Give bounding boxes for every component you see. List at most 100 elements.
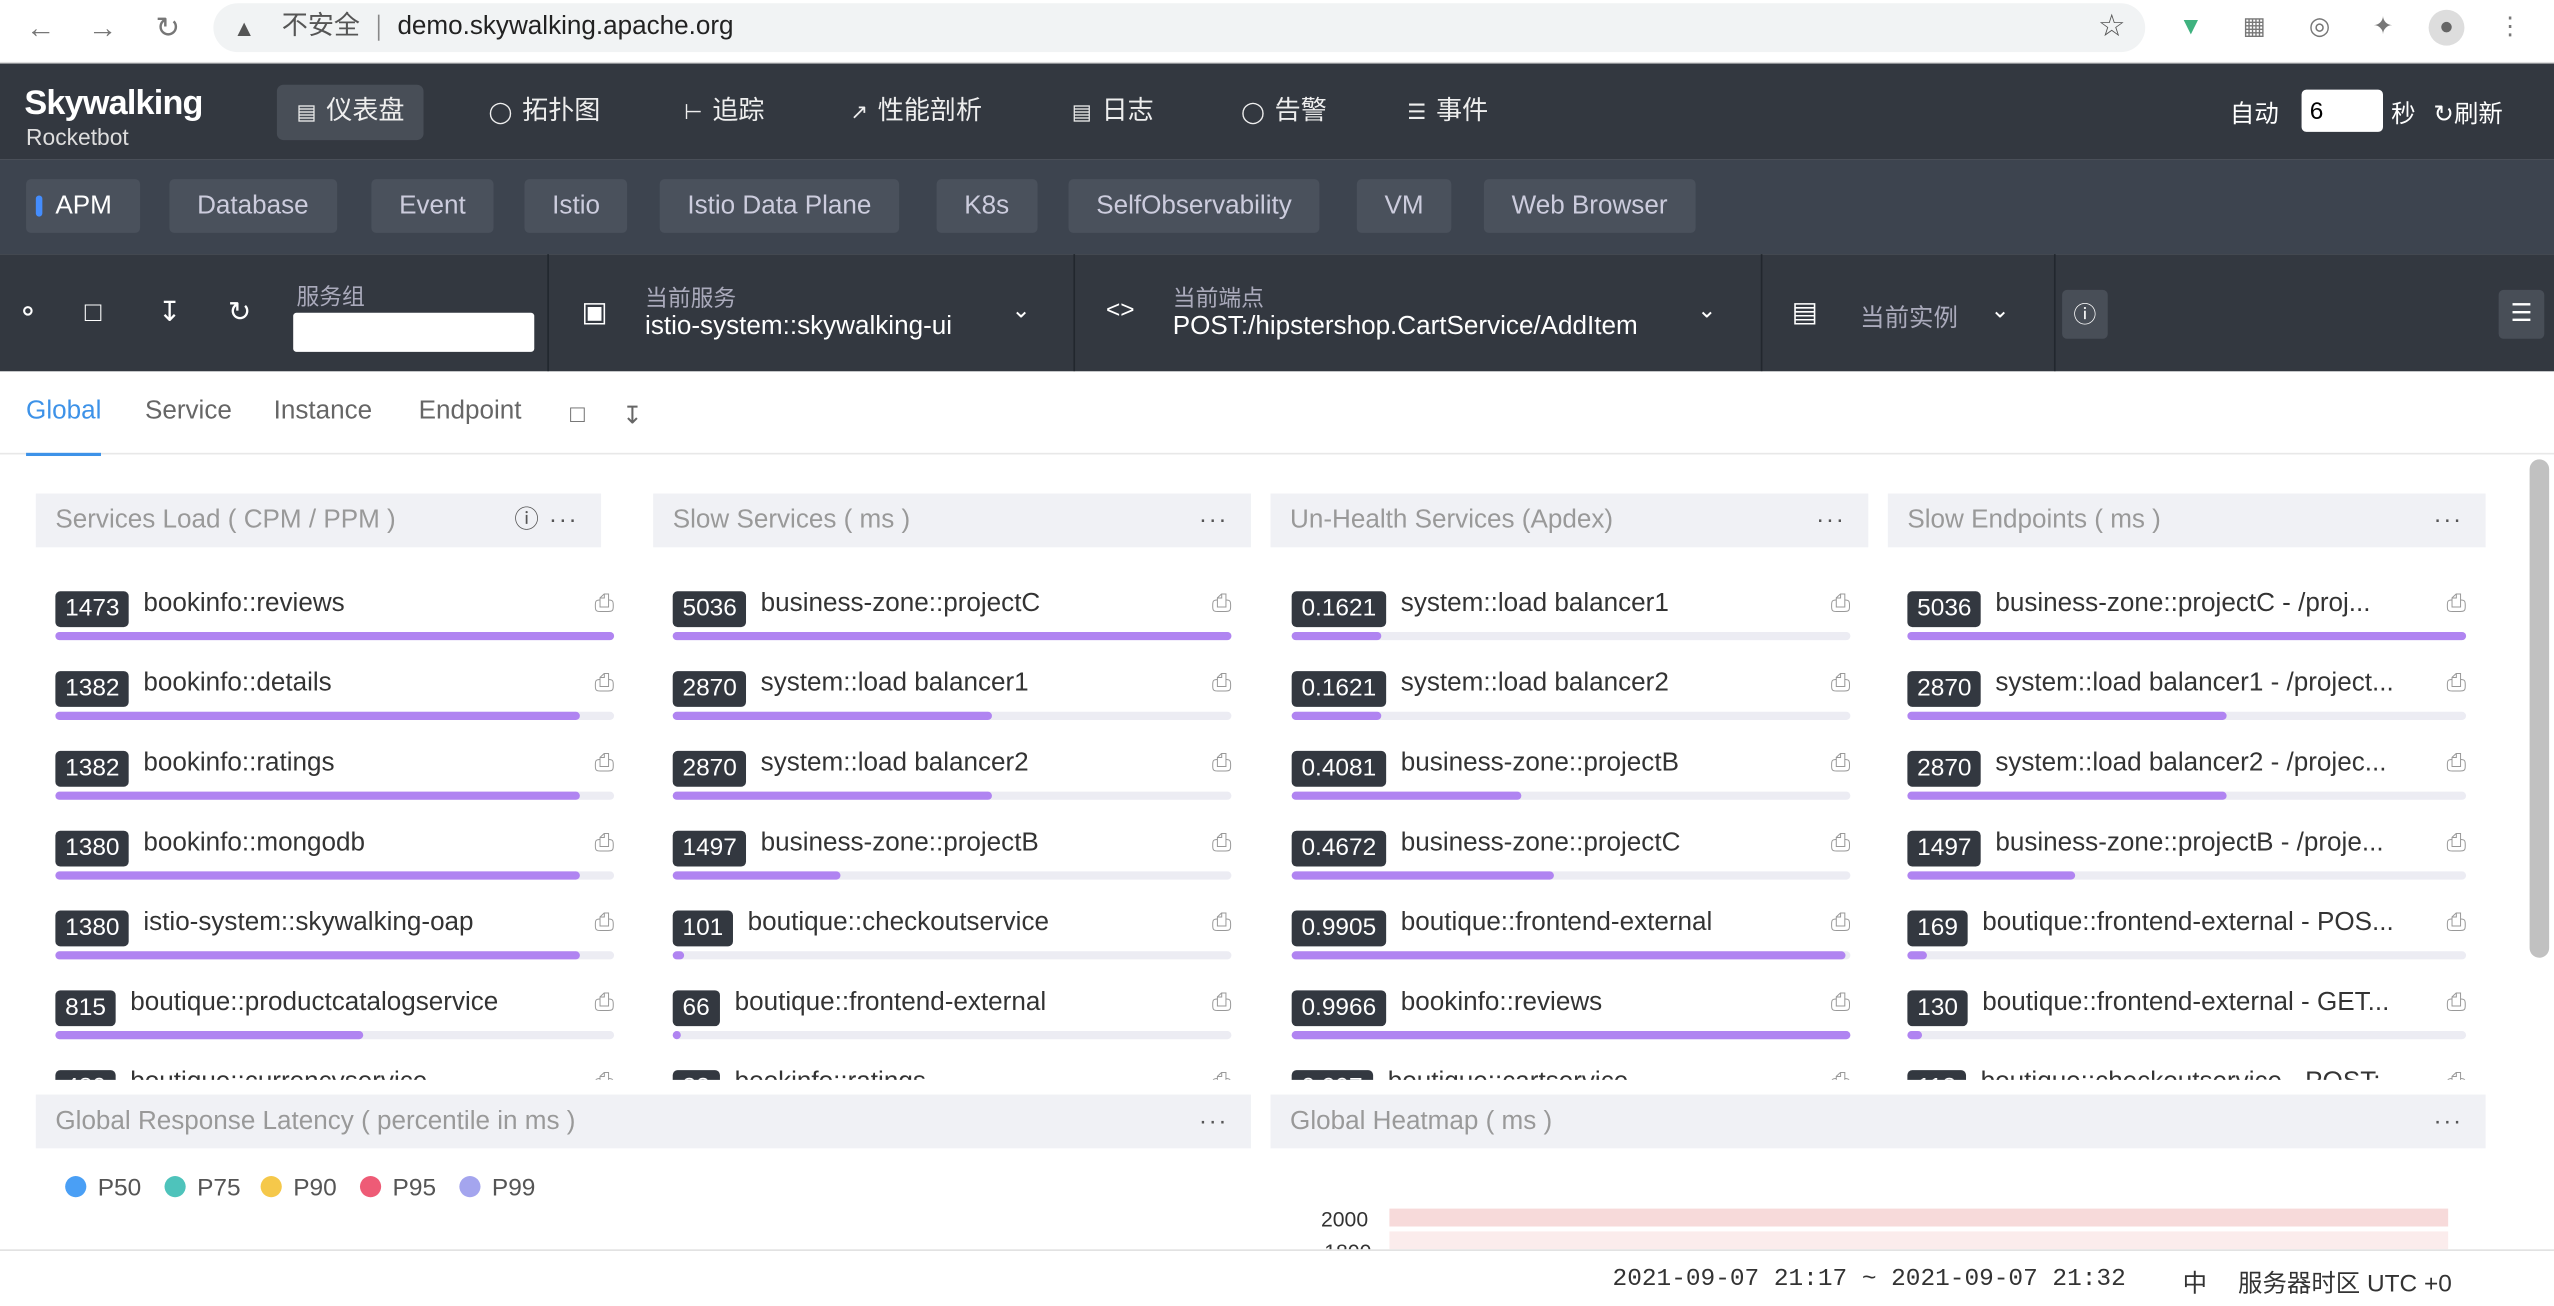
dashboard-tab-apm[interactable]: APM (26, 179, 140, 233)
list-item[interactable]: 5036 business-zone::projectC - /proj... ⎙ (1907, 575, 2467, 655)
copy-icon[interactable]: ⎙ (595, 989, 615, 1017)
copy-icon[interactable]: ⎙ (1831, 909, 1851, 937)
server-timezone[interactable]: 服务器时区 UTC +0 (2238, 1266, 2452, 1300)
chevron-down-icon[interactable]: ⌄ (1697, 296, 1716, 324)
list-item[interactable]: 2870 system::load balancer1 ⎙ (672, 655, 1232, 735)
list-item[interactable]: 0.997 boutique::cartservice ⎙ (1291, 1054, 1851, 1080)
dashboard-tab-selfobservability[interactable]: SelfObservability (1068, 179, 1320, 233)
legend-item-p95[interactable]: P95 (359, 1174, 436, 1202)
list-item[interactable]: 169 boutique::frontend-external - POS... ⎙ (1907, 894, 2467, 974)
list-item[interactable]: 0.9966 bookinfo::reviews ⎙ (1291, 974, 1851, 1054)
list-item[interactable]: 1497 business-zone::projectB - /proje... ⎙ (1907, 814, 2467, 894)
logo[interactable]: Skywalking (24, 85, 203, 124)
tab-global[interactable]: Global (26, 397, 102, 457)
copy-icon[interactable]: ⎙ (1212, 829, 1232, 857)
chevron-down-icon[interactable]: ⌄ (1990, 296, 2009, 324)
extension-grid-icon[interactable]: ▦ (2236, 10, 2272, 46)
list-item[interactable]: 0.9905 boutique::frontend-external ⎙ (1291, 894, 1851, 974)
copy-icon[interactable]: ⎙ (1831, 749, 1851, 777)
copy-icon[interactable]: ⎙ (2447, 909, 2467, 937)
dashboard-tab-vm[interactable]: VM (1356, 179, 1452, 233)
nav-profile[interactable]: ↗ 性能剖析 (831, 85, 1002, 140)
list-item[interactable]: 130 boutique::frontend-external - GET... ⎙ (1907, 974, 2467, 1054)
list-item[interactable]: 1497 business-zone::projectB ⎙ (672, 814, 1232, 894)
dashboard-tab-database[interactable]: Database (169, 179, 337, 233)
copy-icon[interactable]: ⎙ (595, 909, 615, 937)
service-group-input[interactable] (293, 312, 535, 352)
copy-icon[interactable]: ⎙ (1212, 749, 1232, 777)
dashboard-tab-istio[interactable]: Istio (524, 179, 628, 233)
legend-item-p50[interactable]: P50 (65, 1174, 141, 1202)
list-item[interactable]: 1473 bookinfo::reviews ⎙ (55, 575, 614, 655)
copy-icon[interactable]: ⎙ (595, 829, 615, 857)
copy-icon[interactable]: ⎙ (1212, 669, 1232, 697)
vue-devtools-icon[interactable]: ▼ (2173, 10, 2209, 46)
list-item[interactable]: 480 boutique::currencyservice ⎙ (55, 1054, 614, 1080)
reload-icon[interactable]: ↻ (150, 10, 186, 46)
copy-icon[interactable]: ⎙ (2447, 749, 2467, 777)
tab-instance[interactable]: Instance (274, 397, 373, 426)
lock-icon[interactable]: ⚬ (16, 296, 39, 329)
back-icon[interactable]: ← (23, 10, 59, 46)
copy-icon[interactable]: ⎙ (2447, 989, 2467, 1017)
list-item[interactable]: 0.4672 business-zone::projectC ⎙ (1291, 814, 1851, 894)
list-item[interactable]: 1380 istio-system::skywalking-oap ⎙ (55, 894, 614, 974)
list-item[interactable]: 2870 system::load balancer2 - /projec... ⎙ (1907, 735, 2467, 815)
folder-icon[interactable]: □ (85, 296, 102, 329)
nav-alarm[interactable]: ◯ 告警 (1222, 85, 1347, 140)
copy-icon[interactable]: ⎙ (1212, 989, 1232, 1017)
list-item[interactable]: 2870 system::load balancer2 ⎙ (672, 735, 1232, 815)
copy-icon[interactable]: ⎙ (1212, 1069, 1232, 1080)
tab-service[interactable]: Service (145, 397, 232, 426)
copy-icon[interactable]: ⎙ (595, 1069, 615, 1080)
copy-icon[interactable]: ⎙ (595, 749, 615, 777)
copy-icon[interactable]: ⎙ (2447, 1069, 2467, 1080)
info-icon[interactable]: ⓘ (2062, 289, 2108, 339)
address-bar[interactable]: ▲ 不安全 demo.skywalking.apache.org ☆ (213, 3, 2146, 53)
list-item[interactable]: 1382 bookinfo::details ⎙ (55, 655, 614, 735)
copy-icon[interactable]: ⎙ (2447, 590, 2467, 618)
sidebar-toggle-icon[interactable]: ☰ (2498, 289, 2545, 339)
language-toggle[interactable]: 中 (2183, 1266, 2207, 1300)
dashboard-tab-k8s[interactable]: K8s (936, 179, 1037, 233)
extensions-puzzle-icon[interactable]: ✦ (2365, 10, 2401, 46)
list-item[interactable]: 66 boutique::frontend-external ⎙ (672, 974, 1232, 1054)
copy-icon[interactable]: ⎙ (595, 590, 615, 618)
more-icon[interactable]: ··· (1199, 1095, 1228, 1149)
auto-refresh-interval-input[interactable] (2301, 89, 2384, 132)
tab-endpoint[interactable]: Endpoint (419, 397, 522, 426)
nav-trace[interactable]: ⊢ 追踪 (665, 85, 784, 140)
sync-icon[interactable]: ↻ (228, 296, 251, 329)
current-service-select[interactable]: istio-system::skywalking-ui (645, 313, 952, 342)
browser-menu-icon[interactable]: ⋮ (2492, 10, 2528, 46)
current-endpoint-select[interactable]: POST:/hipstershop.CartService/AddItem (1173, 313, 1638, 342)
list-item[interactable]: 0.1621 system::load balancer2 ⎙ (1291, 655, 1851, 735)
copy-icon[interactable]: ⎙ (1831, 829, 1851, 857)
nav-event[interactable]: ☰ 事件 (1388, 85, 1508, 140)
list-item[interactable]: 815 boutique::productcatalogservice ⎙ (55, 974, 614, 1054)
bookmark-star-icon[interactable]: ☆ (2098, 3, 2126, 52)
extension-circle-icon[interactable]: ◎ (2302, 10, 2338, 46)
legend-item-p75[interactable]: P75 (164, 1174, 241, 1202)
profile-avatar-icon[interactable]: ● (2428, 9, 2465, 46)
list-item[interactable]: 0.1621 system::load balancer1 ⎙ (1291, 575, 1851, 655)
list-item[interactable]: 1380 bookinfo::mongodb ⎙ (55, 814, 614, 894)
nav-dashboard[interactable]: ▤ 仪表盘 (276, 84, 425, 141)
current-instance-select[interactable]: 当前实例 (1860, 300, 1958, 334)
copy-icon[interactable]: ⎙ (1831, 989, 1851, 1017)
copy-icon[interactable]: ⎙ (1831, 590, 1851, 618)
scrollbar[interactable] (2529, 459, 2550, 958)
list-item[interactable]: 5036 business-zone::projectC ⎙ (672, 575, 1232, 655)
copy-icon[interactable]: ⎙ (1831, 1069, 1851, 1080)
folder-icon[interactable]: □ (570, 401, 585, 429)
copy-icon[interactable]: ⎙ (1212, 590, 1232, 618)
dashboard-tab-web-browser[interactable]: Web Browser (1483, 179, 1696, 233)
copy-icon[interactable]: ⎙ (2447, 829, 2467, 857)
list-item[interactable]: 113 boutique::checkoutservice - POST: ⎙ (1907, 1054, 2466, 1080)
time-range-picker[interactable]: 2021-09-07 21:17 ~ 2021-09-07 21:32 (1613, 1266, 2126, 1294)
list-item[interactable]: 101 boutique::checkoutservice ⎙ (672, 894, 1232, 974)
refresh-button[interactable]: ↻刷新 (2434, 96, 2503, 130)
copy-icon[interactable]: ⎙ (1212, 909, 1232, 937)
more-icon[interactable]: ··· (2434, 1095, 2463, 1149)
url-text[interactable]: demo.skywalking.apache.org (397, 3, 733, 52)
